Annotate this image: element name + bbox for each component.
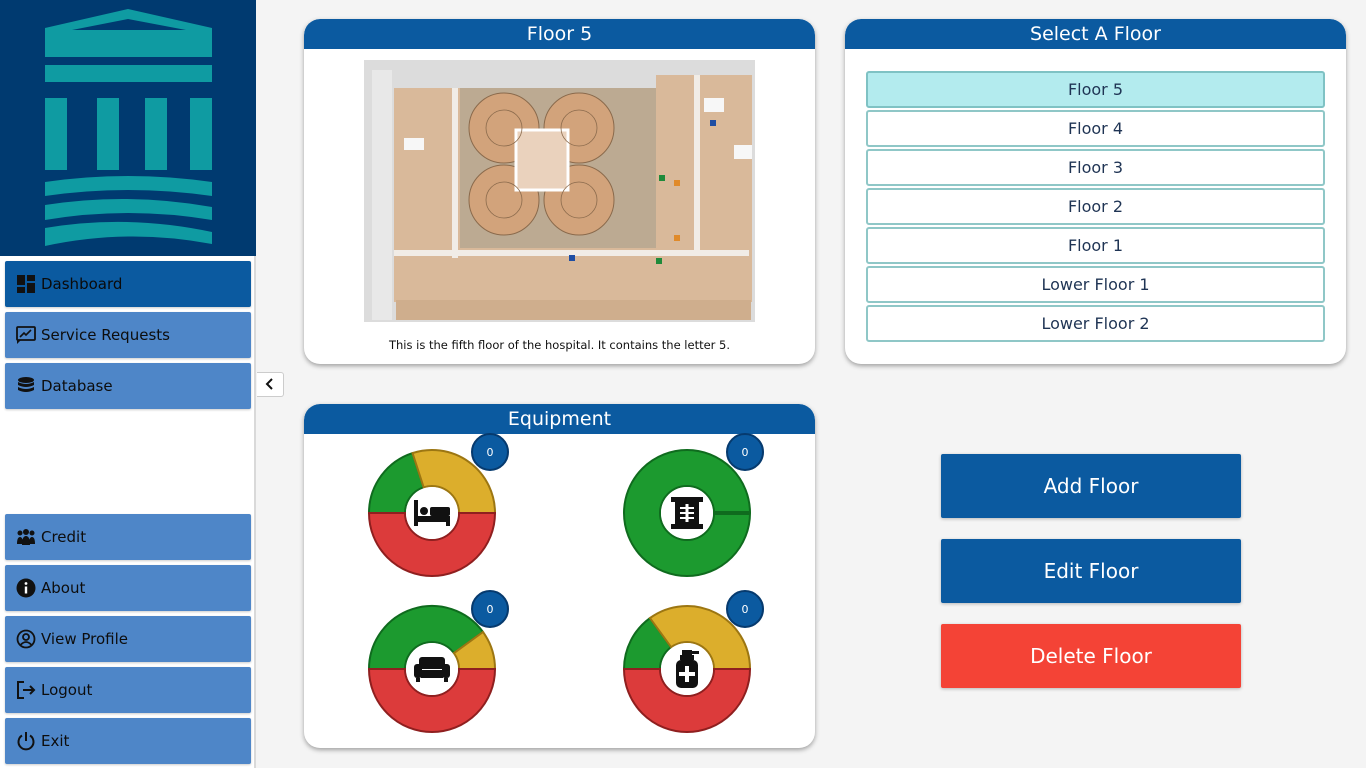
sidebar-item-label: Credit xyxy=(41,528,87,546)
sidebar-item-label: Exit xyxy=(41,732,70,750)
chevron-left-icon xyxy=(265,375,275,394)
recliner-icon xyxy=(406,643,458,695)
infusion-pump-icon xyxy=(661,643,713,695)
database-icon xyxy=(15,375,37,397)
floor-option-floor-3[interactable]: Floor 3 xyxy=(866,149,1325,186)
hospital-logo xyxy=(0,0,256,256)
dashboard-icon xyxy=(15,273,37,295)
sidebar-item-label: Logout xyxy=(41,681,93,699)
xray-icon xyxy=(661,487,713,539)
xray-count-badge: 0 xyxy=(726,433,764,471)
sidebar-item-view-profile[interactable]: View Profile xyxy=(5,616,251,662)
floor-map-image[interactable] xyxy=(364,60,755,322)
floor-option-floor-4[interactable]: Floor 4 xyxy=(866,110,1325,147)
bed-gauge[interactable] xyxy=(367,448,497,578)
floor-option-lower-floor-1[interactable]: Lower Floor 1 xyxy=(866,266,1325,303)
bed-count-badge: 0 xyxy=(471,433,509,471)
sidebar-item-exit[interactable]: Exit xyxy=(5,718,251,764)
floor-option-floor-2[interactable]: Floor 2 xyxy=(866,188,1325,225)
info-icon xyxy=(15,577,37,599)
logout-icon xyxy=(15,679,37,701)
xray-gauge[interactable] xyxy=(622,448,752,578)
people-icon xyxy=(15,526,37,548)
sidebar-item-credit[interactable]: Credit xyxy=(5,514,251,560)
floor-description: This is the fifth floor of the hospital.… xyxy=(388,338,731,352)
infusion-pump-count-badge: 0 xyxy=(726,590,764,628)
edit-floor-button[interactable]: Edit Floor xyxy=(941,539,1241,603)
equipment-panel: Equipment 0 0 0 0 xyxy=(304,404,815,748)
bed-icon xyxy=(406,487,458,539)
power-icon xyxy=(15,730,37,752)
delete-floor-button[interactable]: Delete Floor xyxy=(941,624,1241,688)
sidebar-item-dashboard[interactable]: Dashboard xyxy=(5,261,251,307)
sidebar-item-label: Dashboard xyxy=(41,275,123,293)
service-request-icon xyxy=(15,324,37,346)
collapse-sidebar-button[interactable] xyxy=(257,372,284,397)
sidebar-item-logout[interactable]: Logout xyxy=(5,667,251,713)
sidebar: Dashboard Service Requests Database Cred… xyxy=(0,0,256,768)
sidebar-item-about[interactable]: About xyxy=(5,565,251,611)
select-floor-panel: Select A Floor Floor 5 Floor 4 Floor 3 F… xyxy=(845,19,1346,364)
sidebar-item-label: Service Requests xyxy=(41,326,170,344)
recliner-count-badge: 0 xyxy=(471,590,509,628)
equipment-title: Equipment xyxy=(304,404,815,434)
sidebar-item-label: About xyxy=(41,579,86,597)
floor-option-floor-5[interactable]: Floor 5 xyxy=(866,71,1325,108)
select-floor-title: Select A Floor xyxy=(845,19,1346,49)
floor-title: Floor 5 xyxy=(304,19,815,49)
sidebar-item-database[interactable]: Database xyxy=(5,363,251,409)
sidebar-item-service-requests[interactable]: Service Requests xyxy=(5,312,251,358)
floor-option-floor-1[interactable]: Floor 1 xyxy=(866,227,1325,264)
sidebar-item-label: View Profile xyxy=(41,630,129,648)
add-floor-button[interactable]: Add Floor xyxy=(941,454,1241,518)
floor-option-lower-floor-2[interactable]: Lower Floor 2 xyxy=(866,305,1325,342)
sidebar-item-label: Database xyxy=(41,377,113,395)
profile-icon xyxy=(15,628,37,650)
floor-map-panel: Floor 5 This is the fifth floor of the h… xyxy=(304,19,815,364)
